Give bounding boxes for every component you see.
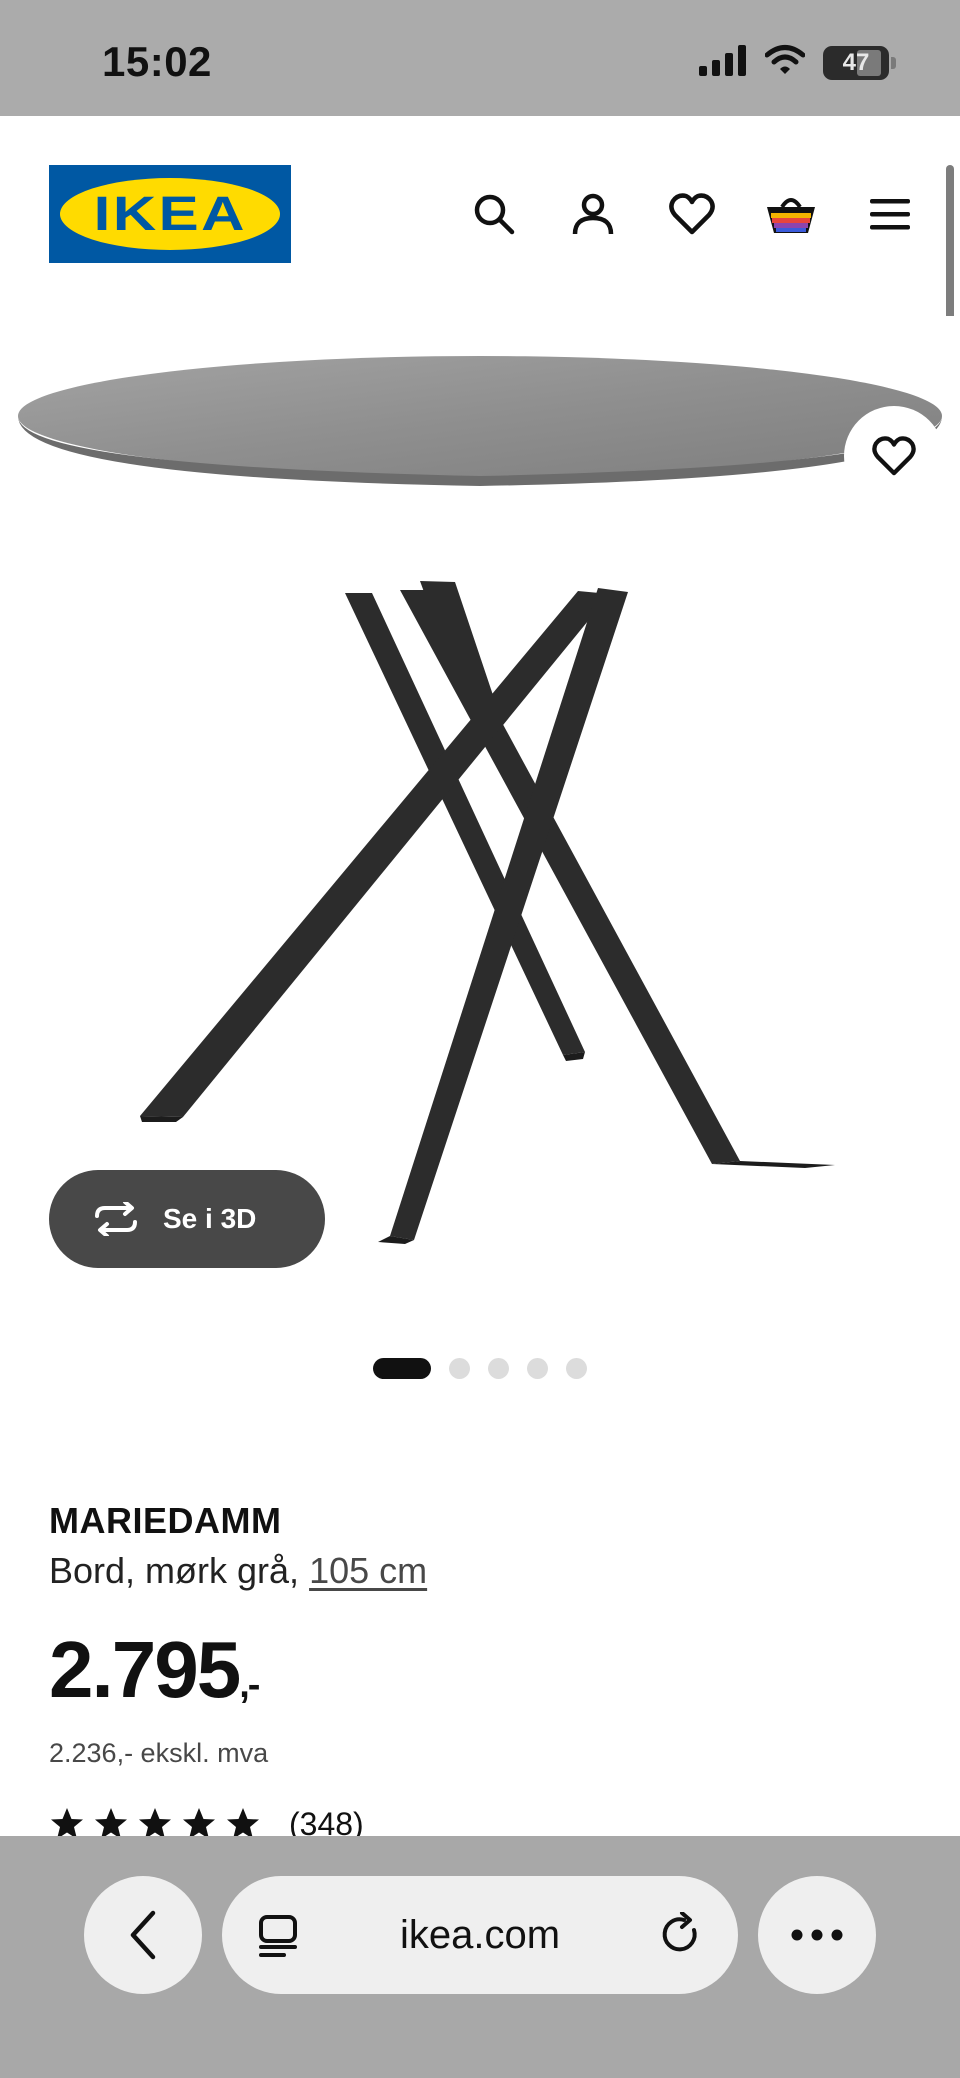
product-description-text: Bord, mørk grå, [49,1550,310,1591]
logo-text: IKEA [93,187,247,241]
back-button[interactable] [84,1876,202,1994]
carousel-dot[interactable] [488,1358,509,1379]
site-header: IKEA [0,116,960,316]
status-bar: 15:02 47 [0,0,960,116]
browser-toolbar: ikea.com [0,1836,960,2078]
price-suffix: ,- [239,1664,260,1706]
carousel-dot[interactable] [373,1358,431,1379]
carousel-dot[interactable] [449,1358,470,1379]
rotate-3d-icon [95,1202,137,1236]
basket-icon[interactable] [761,184,821,244]
image-carousel-indicator [0,1358,960,1379]
view-3d-label: Se i 3D [163,1203,257,1234]
ikea-logo[interactable]: IKEA [49,165,291,263]
heart-icon[interactable] [662,184,722,244]
status-time: 15:02 [102,38,212,85]
header-nav [464,184,920,244]
menu-icon[interactable] [860,184,920,244]
cellular-signal-icon [699,44,747,81]
ellipsis-icon [791,1929,843,1941]
size-link[interactable]: 105 cm [309,1550,427,1591]
battery-icon: 47 [823,45,896,80]
carousel-dot[interactable] [527,1358,548,1379]
carousel-dot[interactable] [566,1358,587,1379]
wifi-icon [764,44,806,81]
chevron-left-icon [130,1910,156,1960]
user-icon[interactable] [563,184,623,244]
product-description: Bord, mørk grå, 105 cm [49,1550,919,1592]
heart-icon [872,436,916,476]
view-3d-button[interactable]: Se i 3D [49,1170,325,1268]
price-value: 2.795 [49,1625,241,1714]
product-image-gallery[interactable]: Se i 3D [0,316,960,1336]
more-options-button[interactable] [758,1876,876,1994]
product-name: MARIEDAMM [49,1500,282,1541]
price: 2.795,- [49,1630,919,1710]
search-icon[interactable] [464,184,524,244]
status-icons: 47 [699,44,896,81]
battery-level: 47 [842,48,870,76]
address-bar[interactable]: ikea.com [222,1876,738,1994]
product-info: MARIEDAMM Bord, mørk grå, 105 cm 2.795,-… [49,1500,919,1841]
price-excl-vat: 2.236,- ekskl. mva [49,1738,269,1768]
reload-icon[interactable] [660,1911,702,1963]
add-to-wishlist-button[interactable] [846,408,942,504]
